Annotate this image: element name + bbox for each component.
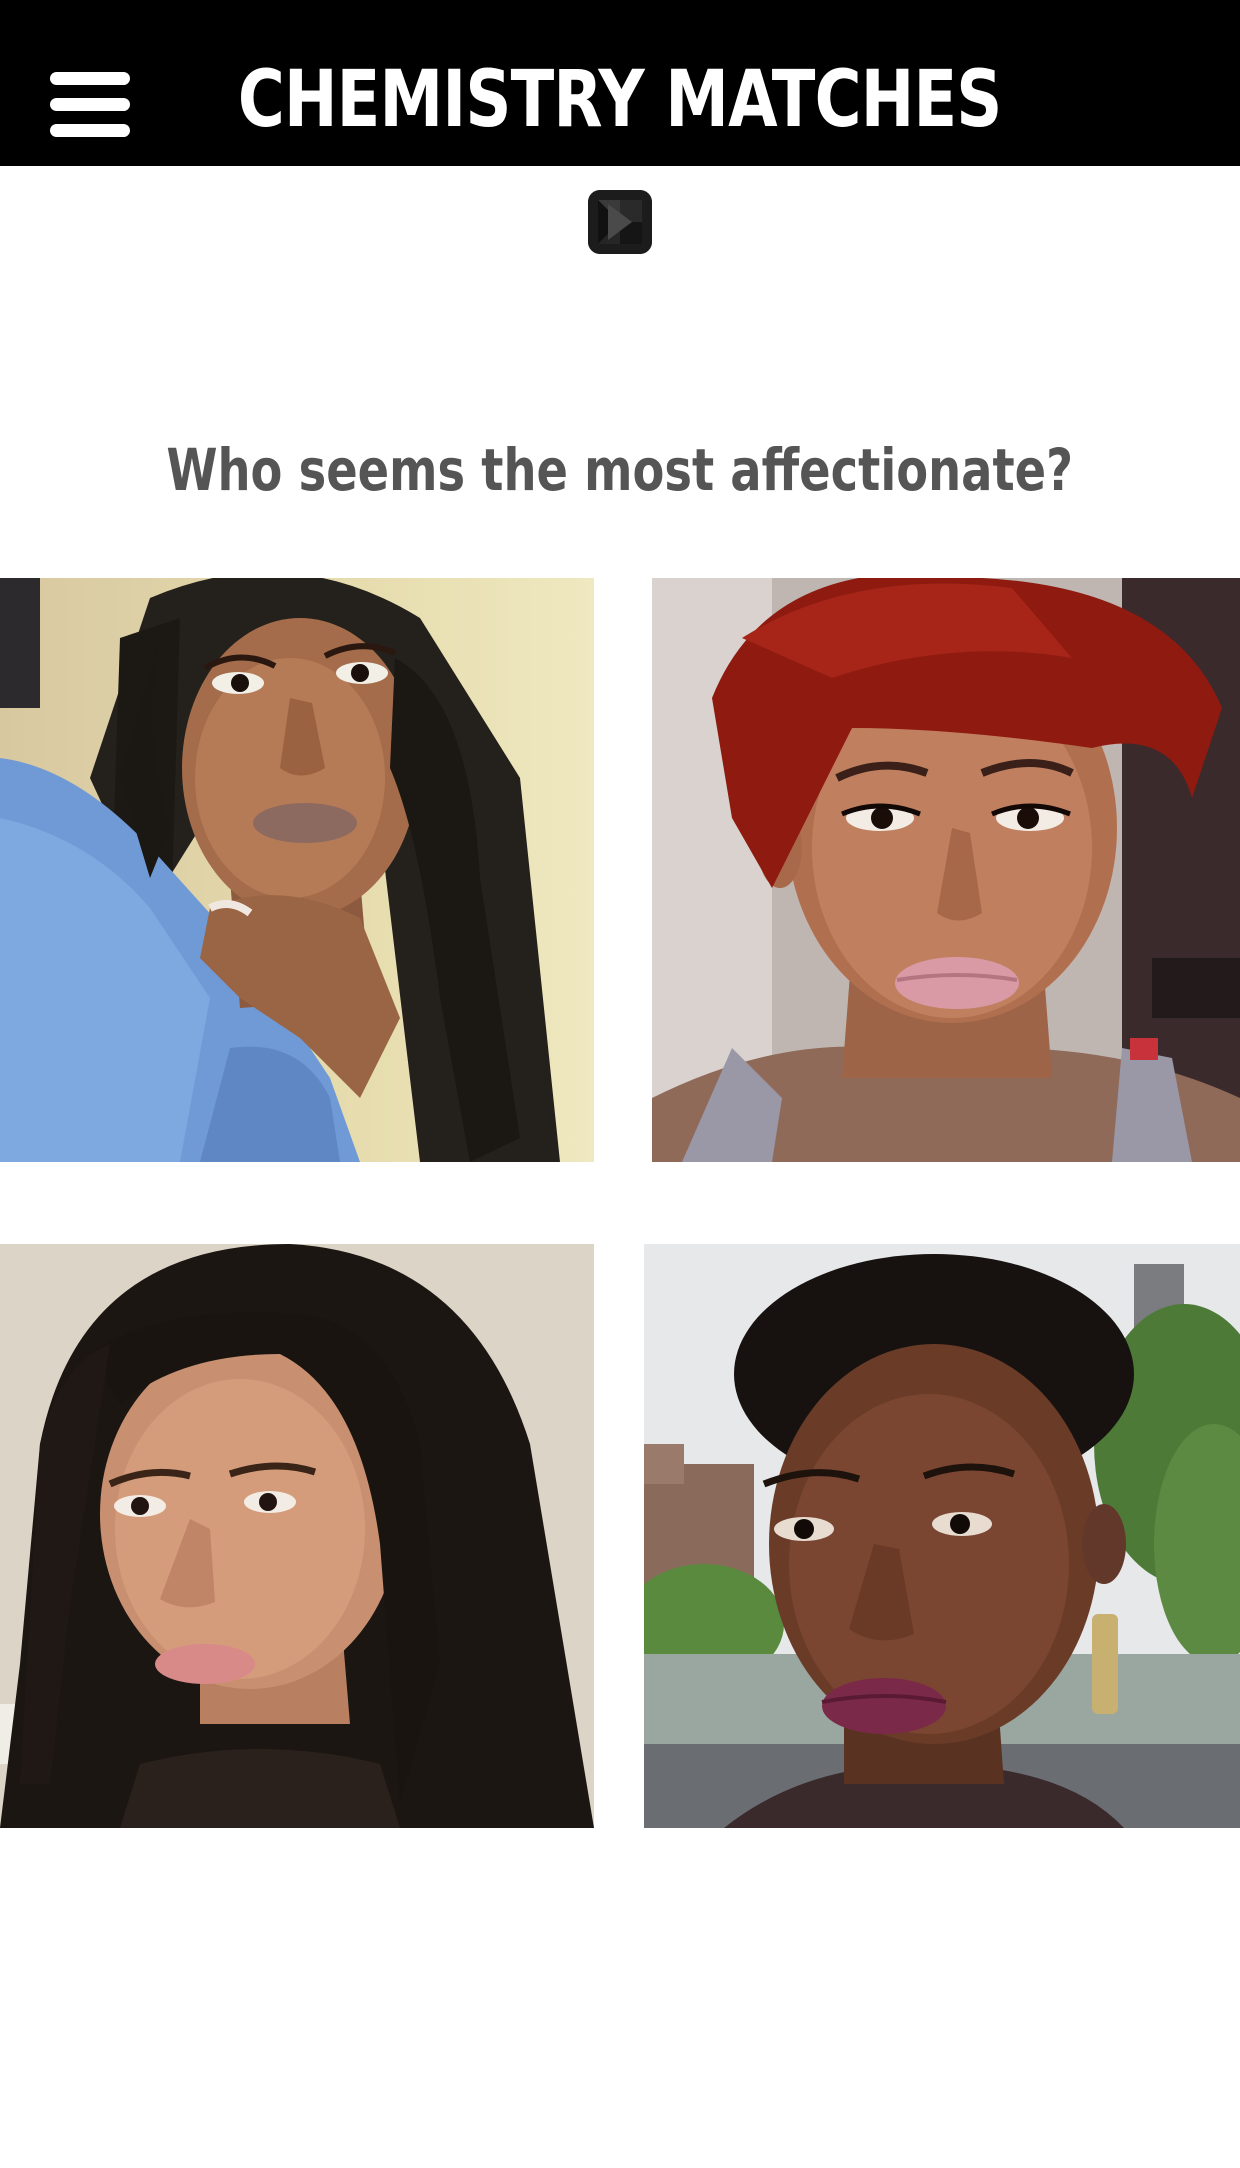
top-app-bar: CHEMISTRY MATCHES bbox=[0, 0, 1240, 166]
app-title-text: CHEMISTRY MATCHES bbox=[238, 55, 1003, 145]
question-heading: Who seems the most affectionate? bbox=[0, 420, 1240, 520]
photo-option-1[interactable] bbox=[0, 578, 594, 1162]
question-text: Who seems the most affectionate? bbox=[166, 436, 1074, 504]
app-title: CHEMISTRY MATCHES bbox=[0, 50, 1240, 150]
gem-logo-icon bbox=[588, 190, 652, 254]
photo-option-4[interactable] bbox=[644, 1244, 1240, 1828]
photo-option-2[interactable] bbox=[652, 578, 1240, 1162]
photo-option-3[interactable] bbox=[0, 1244, 594, 1828]
